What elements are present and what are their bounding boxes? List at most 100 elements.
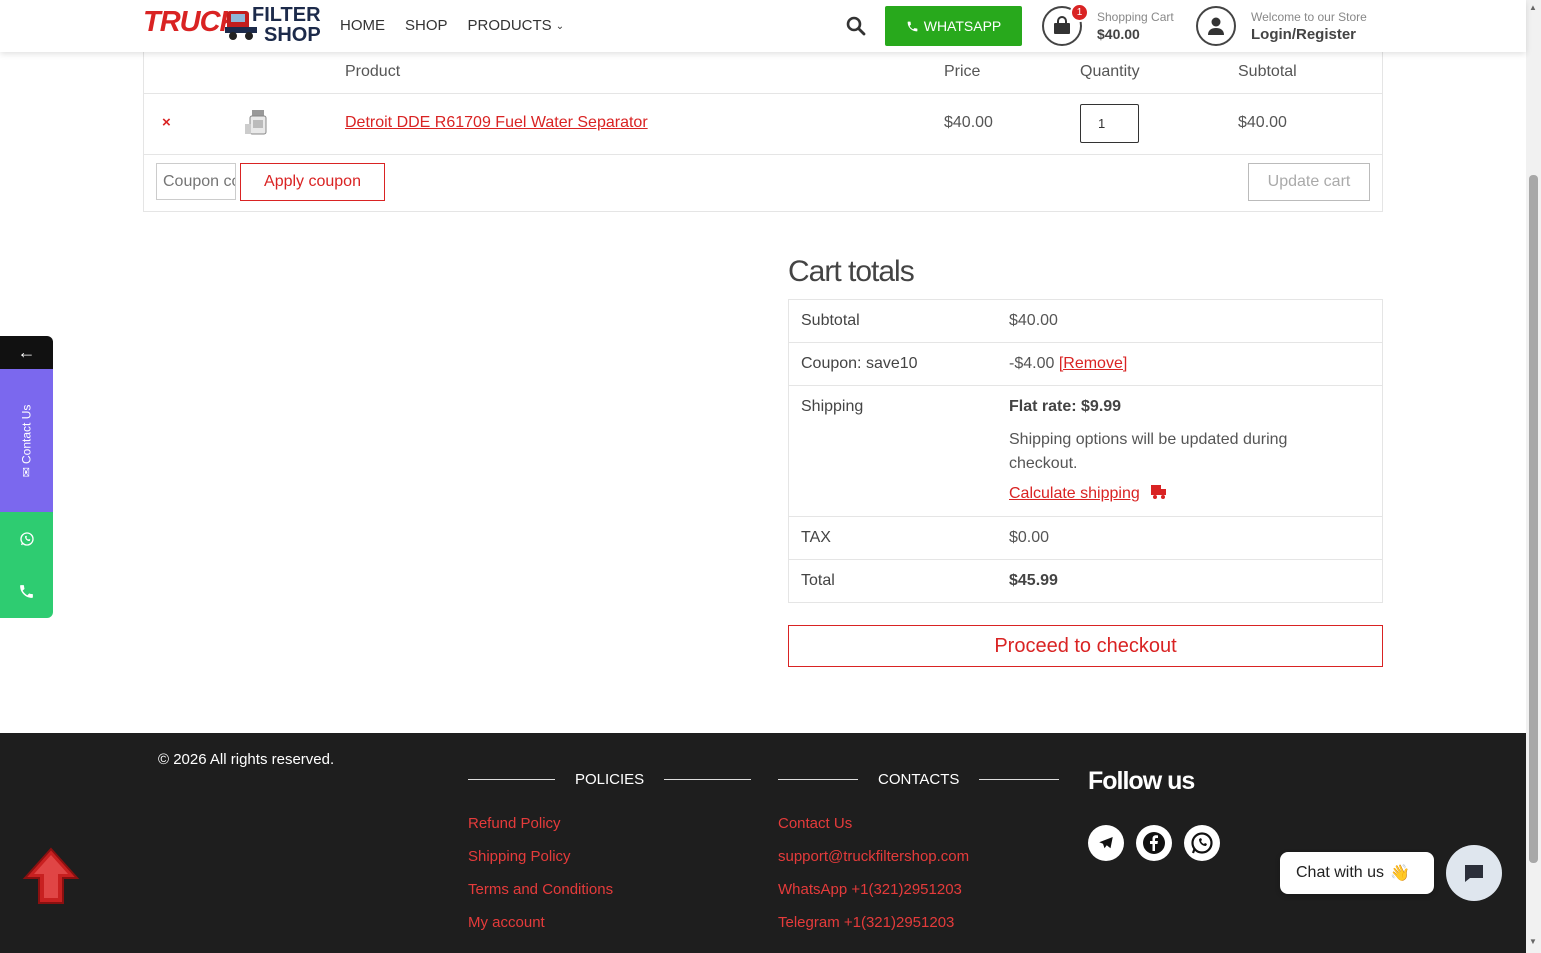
- divider: [778, 779, 858, 780]
- divider: [789, 385, 1382, 386]
- refund-policy-link[interactable]: Refund Policy: [468, 815, 561, 832]
- truck-icon: [1151, 485, 1167, 499]
- col-quantity: Quantity: [1080, 63, 1140, 80]
- chat-open-button[interactable]: [1446, 845, 1502, 901]
- shipping-label: Shipping: [801, 398, 864, 415]
- divider: [144, 93, 1382, 94]
- coupon-label: Coupon: save10: [801, 355, 918, 372]
- update-cart-button[interactable]: Update cart: [1248, 163, 1370, 201]
- contacts-title: CONTACTS: [878, 771, 960, 788]
- scroll-down-arrow-icon[interactable]: ▼: [1529, 937, 1537, 946]
- divider: [789, 342, 1382, 343]
- apply-coupon-button[interactable]: Apply coupon: [240, 163, 385, 201]
- side-contact-us-tab[interactable]: ✉ Contact Us: [0, 369, 53, 512]
- cart-totals-title: Cart totals: [788, 255, 915, 288]
- whatsapp-button[interactable]: WHATSAPP: [885, 6, 1022, 46]
- subtotal-label: Subtotal: [801, 312, 860, 329]
- coupon-discount-value: -$4.00: [1009, 355, 1055, 372]
- welcome-text: Welcome to our Store: [1251, 10, 1367, 24]
- contacts-heading: CONTACTS: [778, 771, 1060, 788]
- user-icon: [1208, 17, 1224, 35]
- support-email-link[interactable]: support@truckfiltershop.com: [778, 848, 969, 865]
- tax-label: TAX: [801, 529, 831, 546]
- cart-table: Product Price Quantity Subtotal × Detroi…: [143, 52, 1383, 212]
- site-footer: © 2026 All rights reserved. POLICIES Ref…: [0, 733, 1526, 953]
- side-phone-button[interactable]: [0, 565, 53, 618]
- shipping-rate: Flat rate: $9.99: [1009, 398, 1122, 415]
- facebook-social-button[interactable]: [1136, 825, 1172, 861]
- divider: [789, 559, 1382, 560]
- nav-shop[interactable]: SHOP: [405, 17, 448, 34]
- contact-us-link[interactable]: Contact Us: [778, 815, 852, 832]
- follow-us-title: Follow us: [1088, 767, 1195, 795]
- col-product: Product: [345, 63, 401, 80]
- copyright-text: © 2026 All rights reserved.: [158, 751, 335, 768]
- chat-with-us-bubble[interactable]: Chat with us 👋: [1280, 852, 1434, 894]
- side-panel-toggle[interactable]: ←: [0, 336, 53, 369]
- proceed-to-checkout-button[interactable]: Proceed to checkout: [788, 625, 1383, 667]
- chat-label: Chat with us: [1296, 864, 1385, 881]
- whatsapp-icon: [1191, 832, 1213, 854]
- shipping-note: Shipping options will be updated during …: [1009, 431, 1288, 472]
- product-thumbnail[interactable]: [243, 108, 273, 138]
- policies-heading: POLICIES: [468, 771, 752, 788]
- whatsapp-icon: [19, 531, 34, 546]
- shopping-bag-icon: [1054, 16, 1070, 34]
- coupon-code-input[interactable]: [156, 163, 236, 200]
- chat-bubble-icon: [1465, 865, 1483, 882]
- whatsapp-social-button[interactable]: [1184, 825, 1220, 861]
- terms-link[interactable]: Terms and Conditions: [468, 881, 613, 898]
- site-header: TRUCK FILTER SHOP HOME SHOP PRODUCTS ⌄ WH…: [0, 0, 1526, 52]
- cart-totals-table: Subtotal $40.00 Coupon: save10 -$4.00 [R…: [788, 299, 1383, 603]
- product-subtotal: $40.00: [1238, 114, 1287, 131]
- policies-title: POLICIES: [575, 771, 645, 788]
- waving-hand-icon: 👋: [1390, 865, 1410, 882]
- login-register-link[interactable]: Login/Register: [1251, 26, 1356, 43]
- cart-amount[interactable]: $40.00: [1097, 26, 1140, 42]
- coupon-row: -$4.00 [Remove]: [1009, 355, 1127, 373]
- col-subtotal: Subtotal: [1238, 63, 1297, 80]
- telegram-social-button[interactable]: [1088, 825, 1124, 861]
- scrollbar-thumb[interactable]: [1529, 175, 1538, 863]
- main-nav: HOME SHOP PRODUCTS ⌄: [340, 17, 564, 34]
- phone-icon: [907, 21, 918, 31]
- page-scrollbar[interactable]: ▲ ▼: [1526, 0, 1541, 953]
- account-button[interactable]: [1196, 6, 1236, 46]
- phone-icon: [20, 585, 33, 598]
- col-price: Price: [944, 63, 981, 80]
- whatsapp-contact-link[interactable]: WhatsApp +1(321)2951203: [778, 881, 962, 898]
- telegram-contact-link[interactable]: Telegram +1(321)2951203: [778, 914, 954, 931]
- side-contact-label: ✉ Contact Us: [19, 404, 34, 477]
- subtotal-value: $40.00: [1009, 312, 1058, 329]
- remove-coupon-link[interactable]: [Remove]: [1059, 355, 1127, 372]
- product-name-link[interactable]: Detroit DDE R61709 Fuel Water Separator: [345, 114, 648, 132]
- remove-item-button[interactable]: ×: [162, 114, 171, 131]
- logo-text-shop: SHOP: [264, 24, 321, 46]
- divider: [468, 779, 555, 780]
- scroll-up-arrow-icon[interactable]: ▲: [1529, 3, 1537, 12]
- cart-count-badge: 1: [1070, 3, 1089, 22]
- divider: [789, 516, 1382, 517]
- tax-value: $0.00: [1009, 529, 1050, 546]
- total-label: Total: [801, 572, 835, 589]
- product-price: $40.00: [944, 114, 993, 131]
- whatsapp-button-label: WHATSAPP: [923, 18, 1002, 34]
- quantity-input[interactable]: [1080, 104, 1139, 143]
- divider: [664, 779, 752, 780]
- site-logo[interactable]: TRUCK FILTER SHOP: [143, 3, 321, 49]
- my-account-link[interactable]: My account: [468, 914, 545, 931]
- chevron-down-icon: ⌄: [555, 21, 565, 32]
- calculate-shipping-link[interactable]: Calculate shipping: [1009, 485, 1140, 502]
- nav-products[interactable]: PRODUCTS ⌄: [468, 17, 565, 34]
- divider: [144, 154, 1382, 155]
- scroll-to-top-arrow-icon[interactable]: [22, 846, 80, 906]
- cart-label: Shopping Cart: [1097, 10, 1174, 24]
- nav-home[interactable]: HOME: [340, 17, 385, 34]
- telegram-icon: [1099, 837, 1113, 849]
- side-whatsapp-button[interactable]: [0, 512, 53, 565]
- nav-products-label: PRODUCTS: [467, 17, 552, 34]
- search-icon[interactable]: [846, 15, 866, 37]
- divider: [979, 779, 1060, 780]
- shipping-policy-link[interactable]: Shipping Policy: [468, 848, 571, 865]
- calculate-shipping-row[interactable]: Calculate shipping: [1009, 484, 1168, 503]
